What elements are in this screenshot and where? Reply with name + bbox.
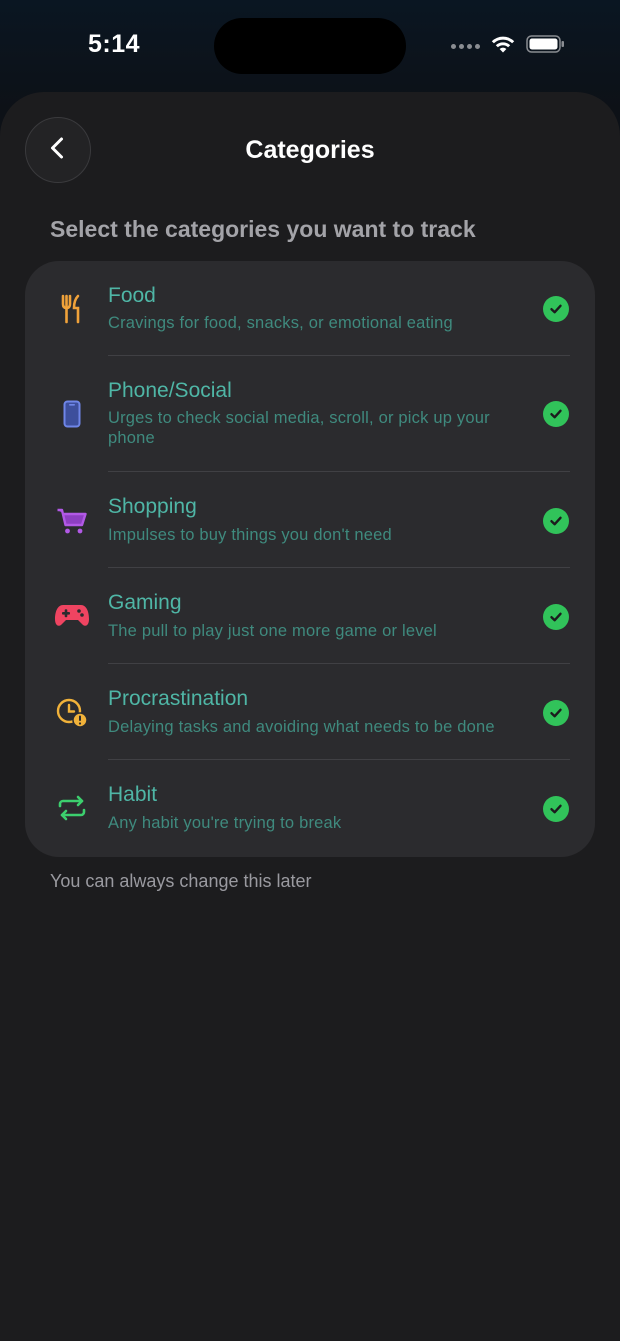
checkmark-icon[interactable] [543, 508, 569, 534]
category-description: Any habit you're trying to break [108, 814, 342, 832]
category-description: Cravings for food, snacks, or emotional … [108, 314, 453, 332]
screen: 5:14 Categories Select the categories yo… [0, 0, 620, 1341]
repeat-icon [52, 788, 92, 828]
category-row-phone-social[interactable]: Phone/Social Urges to check social media… [25, 356, 595, 472]
category-row-gaming[interactable]: Gaming The pull to play just one more ga… [25, 568, 595, 664]
checkmark-icon[interactable] [543, 700, 569, 726]
dynamic-island [214, 18, 406, 74]
status-time: 5:14 [88, 30, 141, 58]
category-description: The pull to play just one more game or l… [108, 622, 437, 640]
categories-sheet: Categories Select the categories you wan… [0, 92, 620, 1341]
category-title: Habit [108, 783, 158, 806]
category-row-procrastination[interactable]: Procrastination Delaying tasks and avoid… [25, 664, 595, 760]
gamepad-icon [52, 596, 92, 636]
checkmark-icon[interactable] [543, 796, 569, 822]
footer-note: You can always change this later [50, 871, 312, 891]
status-bar: 5:14 [0, 0, 620, 92]
checkmark-icon[interactable] [543, 296, 569, 322]
cart-icon [52, 501, 92, 541]
checkmark-icon[interactable] [543, 604, 569, 630]
status-icons [451, 34, 566, 59]
category-row-food[interactable]: Food Cravings for food, snacks, or emoti… [25, 261, 595, 356]
category-description: Impulses to buy things you don't need [108, 526, 392, 544]
category-row-shopping[interactable]: Shopping Impulses to buy things you don'… [25, 472, 595, 568]
category-title: Phone/Social [108, 379, 232, 402]
category-title: Food [108, 284, 156, 307]
checkmark-icon[interactable] [543, 401, 569, 427]
prompt-text: Select the categories you want to track [50, 216, 476, 242]
battery-icon [526, 34, 566, 59]
category-row-habit[interactable]: Habit Any habit you're trying to break [25, 760, 595, 857]
category-title: Gaming [108, 591, 182, 614]
page-title: Categories [245, 136, 375, 164]
category-title: Procrastination [108, 687, 249, 710]
categories-card: Food Cravings for food, snacks, or emoti… [25, 261, 595, 857]
category-title: Shopping [108, 495, 197, 518]
phone-icon [52, 394, 92, 434]
category-description: Urges to check social media, scroll, or … [108, 409, 490, 447]
clock-alert-icon [52, 693, 92, 733]
signal-icon [451, 44, 480, 49]
wifi-icon [490, 34, 516, 59]
fork-knife-icon [52, 289, 92, 329]
category-description: Delaying tasks and avoiding what needs t… [108, 718, 495, 736]
